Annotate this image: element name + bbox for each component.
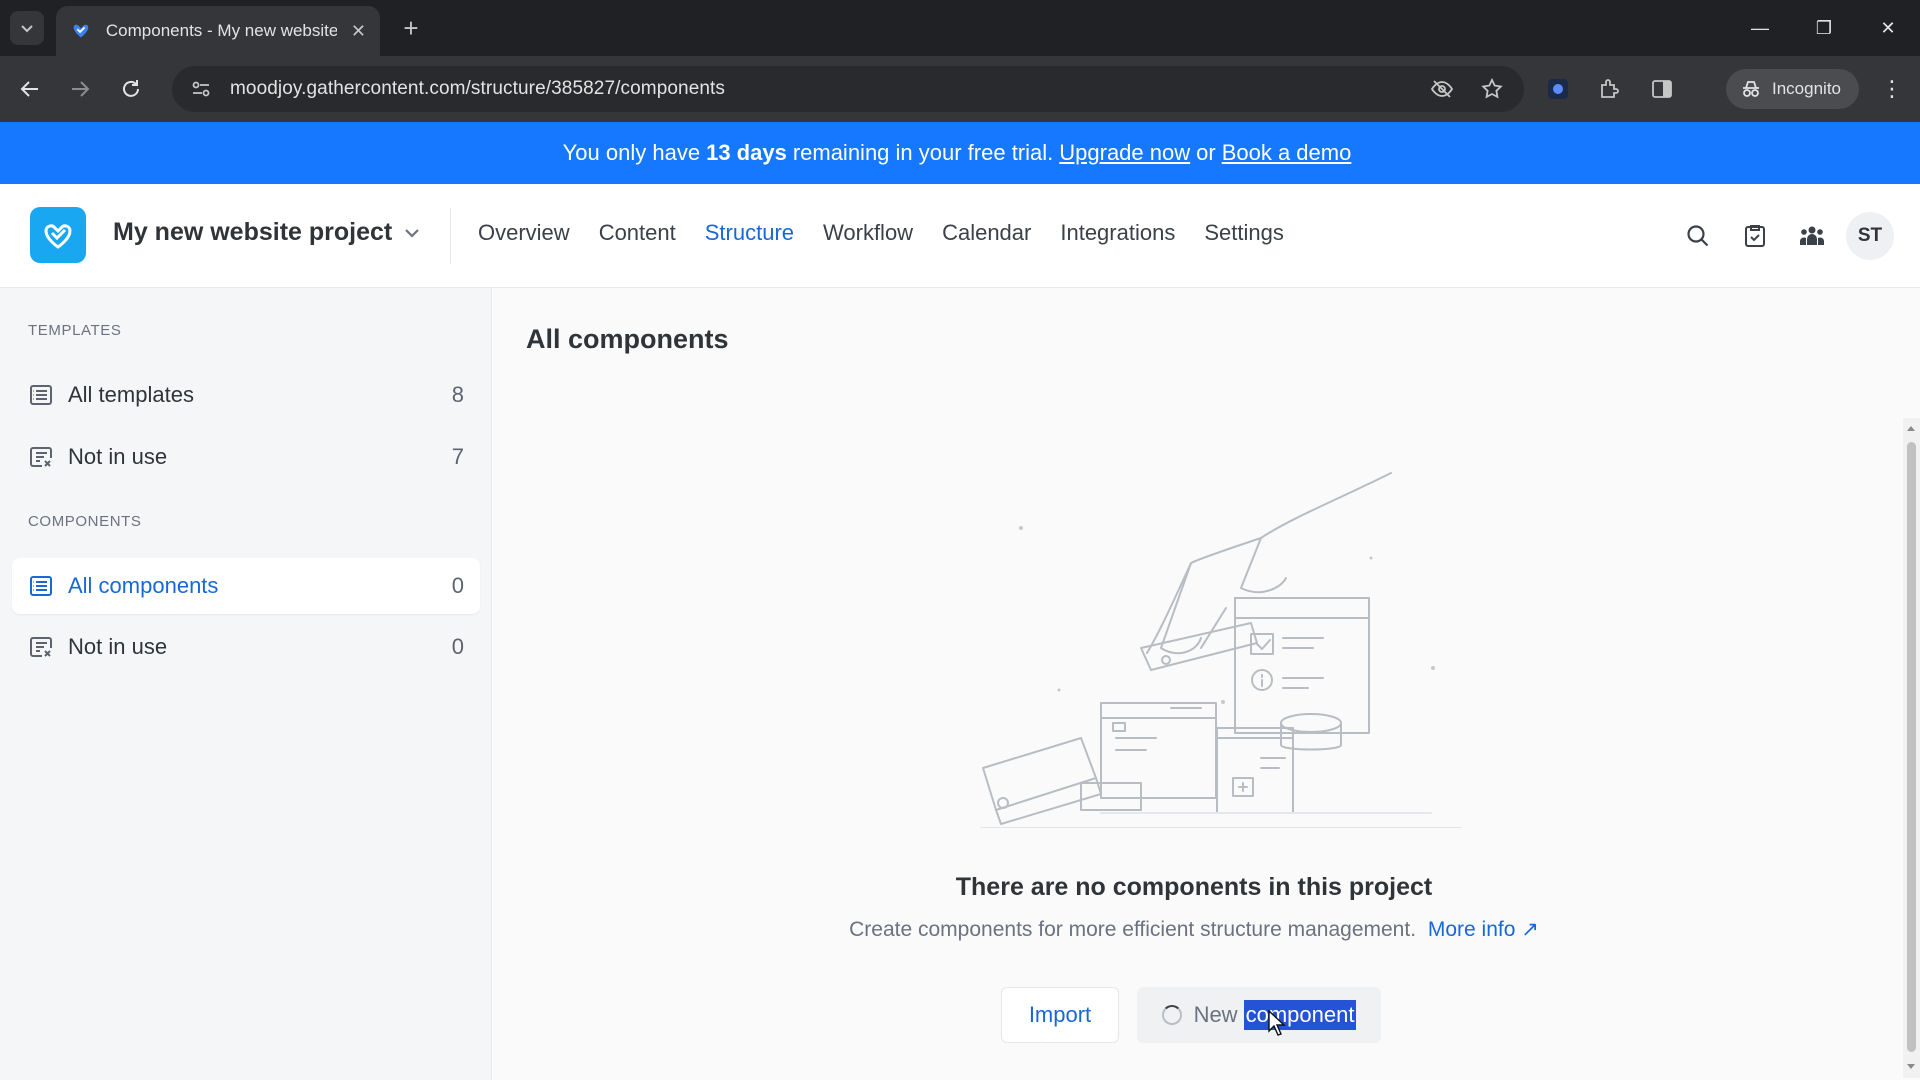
nav-structure[interactable]: Structure [705,220,794,246]
loading-spinner-icon [1161,1005,1182,1025]
window-controls: — ❐ ✕ [1728,0,1920,56]
side-panel-icon[interactable] [1644,71,1680,107]
list-icon [28,382,54,408]
site-info-icon[interactable] [190,77,214,101]
sidebar-item-templates-not-in-use[interactable]: Not in use 7 [12,429,480,485]
nav-workflow[interactable]: Workflow [823,220,913,246]
browser-tab-strip: Components - My new website ✕ + — ❐ ✕ [0,0,1920,56]
gathercontent-logo-icon[interactable] [30,207,86,263]
structure-sidebar: TEMPLATES All templates 8 Not in use 7 C… [0,288,492,1080]
project-name: My new website project [113,218,393,246]
close-window-icon[interactable]: ✕ [1856,0,1920,56]
extension-icon[interactable] [1540,71,1576,107]
scrollbar-thumb[interactable] [1907,442,1916,1052]
browser-menu-icon[interactable]: ⋮ [1874,71,1910,107]
new-component-label-selected: component [1243,1000,1357,1030]
restore-icon[interactable]: ❐ [1792,0,1856,56]
forward-icon[interactable] [62,71,98,107]
mouse-cursor-icon [1268,1010,1286,1036]
user-avatar[interactable]: ST [1846,212,1894,260]
empty-state-description: Create components for more efficient str… [849,918,1417,941]
header-divider [450,208,451,264]
banner-middle: remaining in your free trial. [792,140,1054,165]
sidebar-item-label: Not in use [68,634,168,659]
new-component-label-prefix: New [1193,1002,1238,1027]
chevron-down-icon [21,25,33,33]
incognito-label: Incognito [1772,79,1841,98]
back-icon[interactable] [12,71,48,107]
extension-icons [1540,71,1696,107]
reload-icon[interactable] [113,71,149,107]
sidebar-item-all-templates[interactable]: All templates 8 [12,367,480,423]
sidebar-item-label: All templates [68,382,194,407]
empty-state-illustration [980,472,1462,828]
sidebar-item-components-not-in-use[interactable]: Not in use 0 [12,619,480,675]
team-people-icon[interactable] [1788,212,1836,260]
gathercontent-favicon-icon [73,24,89,38]
import-button-label: Import [1028,1002,1092,1027]
incognito-icon [1743,81,1759,97]
list-icon [28,573,54,599]
sidebar-item-label: Not in use [68,444,168,469]
tab-search-button[interactable] [10,11,44,45]
banner-prefix: You only have [562,140,701,165]
sidebar-item-label: All components [68,573,219,598]
project-switcher[interactable]: My new website project [113,218,422,247]
main-content: All components There are no components i… [493,288,1920,1080]
upgrade-now-link[interactable]: Upgrade now [1059,140,1190,166]
new-component-button[interactable]: New component [1137,987,1381,1043]
banner-or: or [1196,140,1216,165]
incognito-indicator[interactable]: Incognito [1726,69,1859,109]
main-nav: Overview Content Structure Workflow Cale… [478,220,1313,246]
sidebar-item-count: 7 [451,444,464,469]
puzzle-extensions-icon[interactable] [1592,71,1628,107]
empty-state-subtitle: Create components for more efficient str… [493,917,1895,942]
main-scrollbar[interactable] [1903,418,1920,1078]
more-info-link[interactable]: More info ↗ [1428,918,1539,941]
templates-heading: TEMPLATES [28,322,122,339]
browser-tab-active[interactable]: Components - My new website ✕ [56,6,380,56]
nav-integrations[interactable]: Integrations [1060,220,1175,246]
book-demo-link[interactable]: Book a demo [1222,140,1352,166]
chevron-down-icon [402,223,422,243]
scroll-down-arrow[interactable] [1907,1064,1915,1069]
components-heading: COMPONENTS [28,513,142,530]
tracking-protection-eye-off-icon[interactable] [1428,75,1456,103]
nav-content[interactable]: Content [599,220,676,246]
url-text: moodjoy.gathercontent.com/structure/3858… [230,78,726,99]
sidebar-item-count: 0 [451,573,464,598]
minimize-icon[interactable]: — [1728,0,1792,56]
nav-calendar[interactable]: Calendar [942,220,1031,246]
import-button[interactable]: Import [1001,987,1119,1043]
browser-toolbar: moodjoy.gathercontent.com/structure/3858… [0,56,1920,122]
trial-banner: You only have 13 days remaining in your … [0,122,1920,184]
banner-days: 13 days [706,140,787,165]
close-tab-icon[interactable]: ✕ [351,21,366,42]
tab-title: Components - My new website [105,21,337,40]
scroll-up-arrow[interactable] [1907,426,1915,431]
sidebar-item-count: 0 [451,634,464,659]
list-unused-icon [28,444,54,470]
nav-settings[interactable]: Settings [1204,220,1284,246]
tasks-clipboard-icon[interactable] [1731,212,1779,260]
sidebar-item-all-components[interactable]: All components 0 [12,558,480,614]
search-icon[interactable] [1674,212,1722,260]
app-header: My new website project Overview Content … [0,184,1920,288]
page-title: All components [526,324,729,354]
sidebar-item-count: 8 [451,382,464,407]
new-tab-button[interactable]: + [396,13,426,43]
list-unused-icon [28,634,54,660]
empty-state-title: There are no components in this project [955,873,1433,901]
bookmark-star-icon[interactable] [1478,75,1506,103]
header-actions: ST [1665,212,1894,260]
address-bar[interactable]: moodjoy.gathercontent.com/structure/3858… [172,66,1524,112]
nav-overview[interactable]: Overview [478,220,570,246]
